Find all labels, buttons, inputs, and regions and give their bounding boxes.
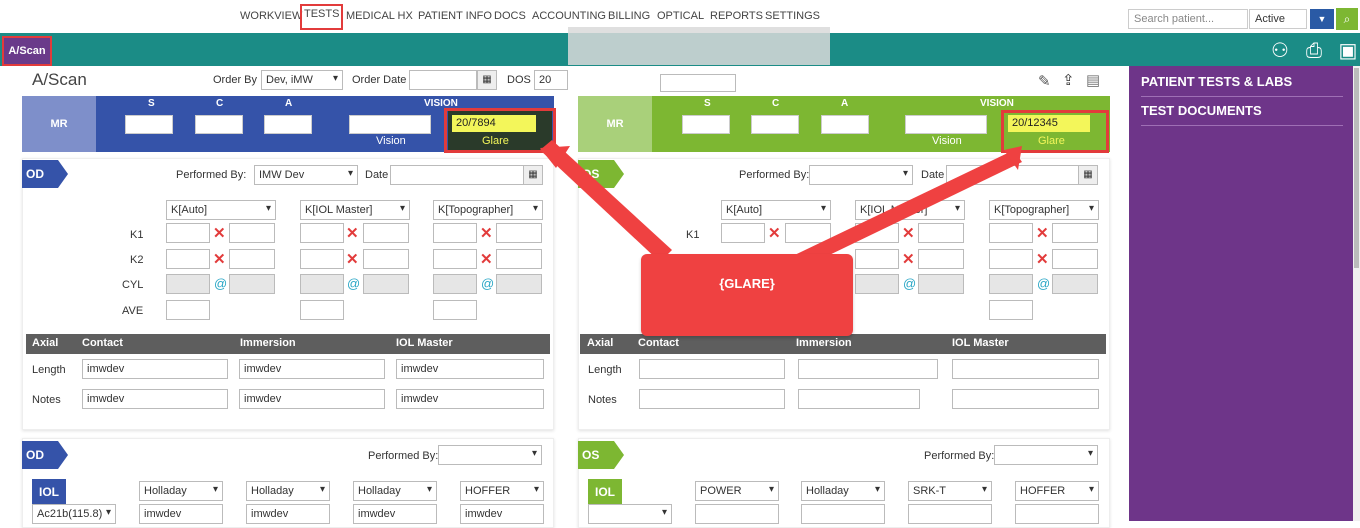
od-formula-4[interactable]: HOFFER xyxy=(460,481,544,501)
performed-by-label: Performed By: xyxy=(924,450,995,462)
od-iol-label: IOL xyxy=(32,479,66,505)
os-formula-1[interactable]: POWER xyxy=(695,481,779,501)
os-iol-lens-select[interactable] xyxy=(588,504,672,524)
os-iol-value-3[interactable] xyxy=(908,504,992,524)
os-iol-performed-by[interactable] xyxy=(994,445,1098,465)
os-formula-4[interactable]: HOFFER xyxy=(1015,481,1099,501)
od-iol-value-4[interactable]: imwdev xyxy=(460,504,544,524)
od-iol-tag: OD xyxy=(22,441,68,469)
od-iol-value-3[interactable]: imwdev xyxy=(353,504,437,524)
od-formula-1[interactable]: Holladay xyxy=(139,481,223,501)
os-formula-2[interactable]: Holladay xyxy=(801,481,885,501)
performed-by-label: Performed By: xyxy=(368,450,439,462)
od-formula-2[interactable]: Holladay xyxy=(246,481,330,501)
os-iol-tag: OS xyxy=(578,441,624,469)
od-iol-value-1[interactable]: imwdev xyxy=(139,504,223,524)
os-iol-value-2[interactable] xyxy=(801,504,885,524)
os-formula-3[interactable]: SRK-T xyxy=(908,481,992,501)
od-formula-3[interactable]: Holladay xyxy=(353,481,437,501)
glare-callout: {GLARE} xyxy=(641,254,853,336)
os-iol-value-1[interactable] xyxy=(695,504,779,524)
os-iol-label: IOL xyxy=(588,479,622,505)
od-iol-performed-by[interactable] xyxy=(438,445,542,465)
od-iol-value-2[interactable]: imwdev xyxy=(246,504,330,524)
os-iol-value-4[interactable] xyxy=(1015,504,1099,524)
od-iol-lens-select[interactable]: Ac21b(115.8) xyxy=(32,504,116,524)
